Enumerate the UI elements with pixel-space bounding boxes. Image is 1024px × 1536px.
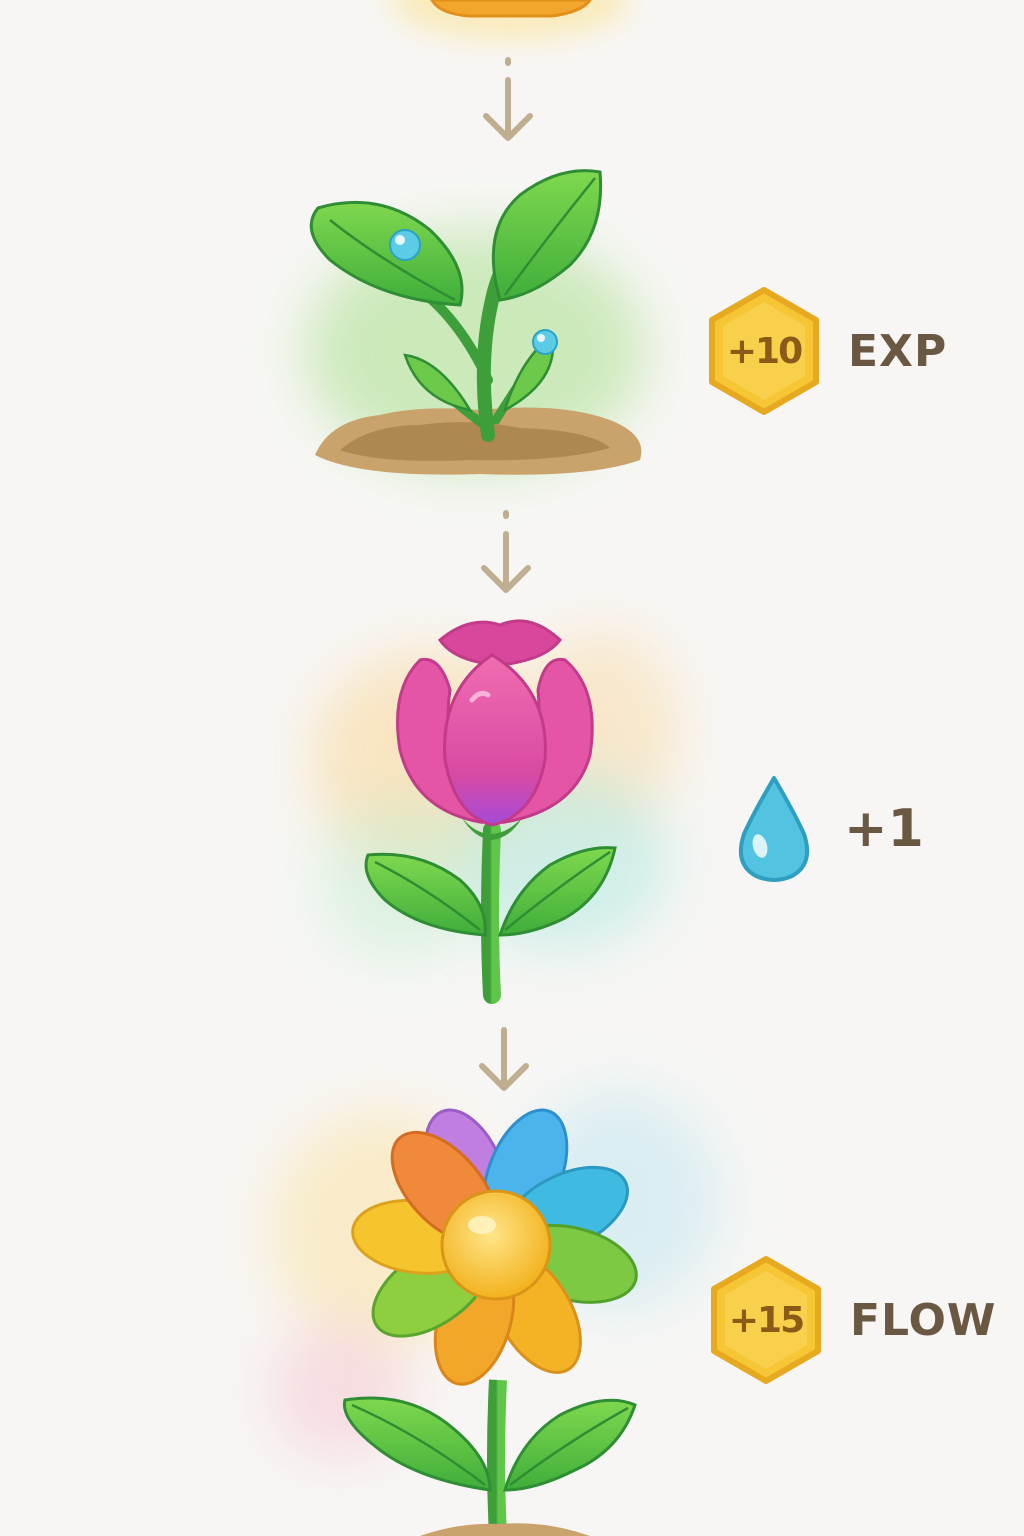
flow-label: FLOW bbox=[850, 1294, 997, 1346]
water-drop-icon bbox=[734, 774, 814, 884]
exp-reward: +10 EXP bbox=[706, 286, 947, 416]
arrow-down-icon bbox=[479, 1027, 529, 1091]
water-reward: +1 bbox=[734, 774, 924, 884]
flow-amount: +15 bbox=[728, 1299, 805, 1341]
arrow-down-icon bbox=[481, 510, 531, 593]
seed-stage bbox=[390, 0, 630, 40]
hexagon-badge-icon: +10 bbox=[706, 286, 822, 416]
bud-stage bbox=[310, 619, 680, 1004]
growth-progression: +10 EXP +1 +15 FLOW bbox=[0, 0, 1024, 1536]
sprout-stage bbox=[305, 169, 645, 475]
flow-reward: +15 FLOW bbox=[708, 1255, 996, 1385]
arrow-down-icon bbox=[483, 57, 533, 141]
water-amount: +1 bbox=[844, 799, 924, 859]
exp-label: EXP bbox=[848, 325, 948, 377]
exp-amount: +10 bbox=[726, 330, 803, 372]
hexagon-badge-icon: +15 bbox=[708, 1255, 824, 1385]
bloom-stage bbox=[270, 1090, 720, 1536]
